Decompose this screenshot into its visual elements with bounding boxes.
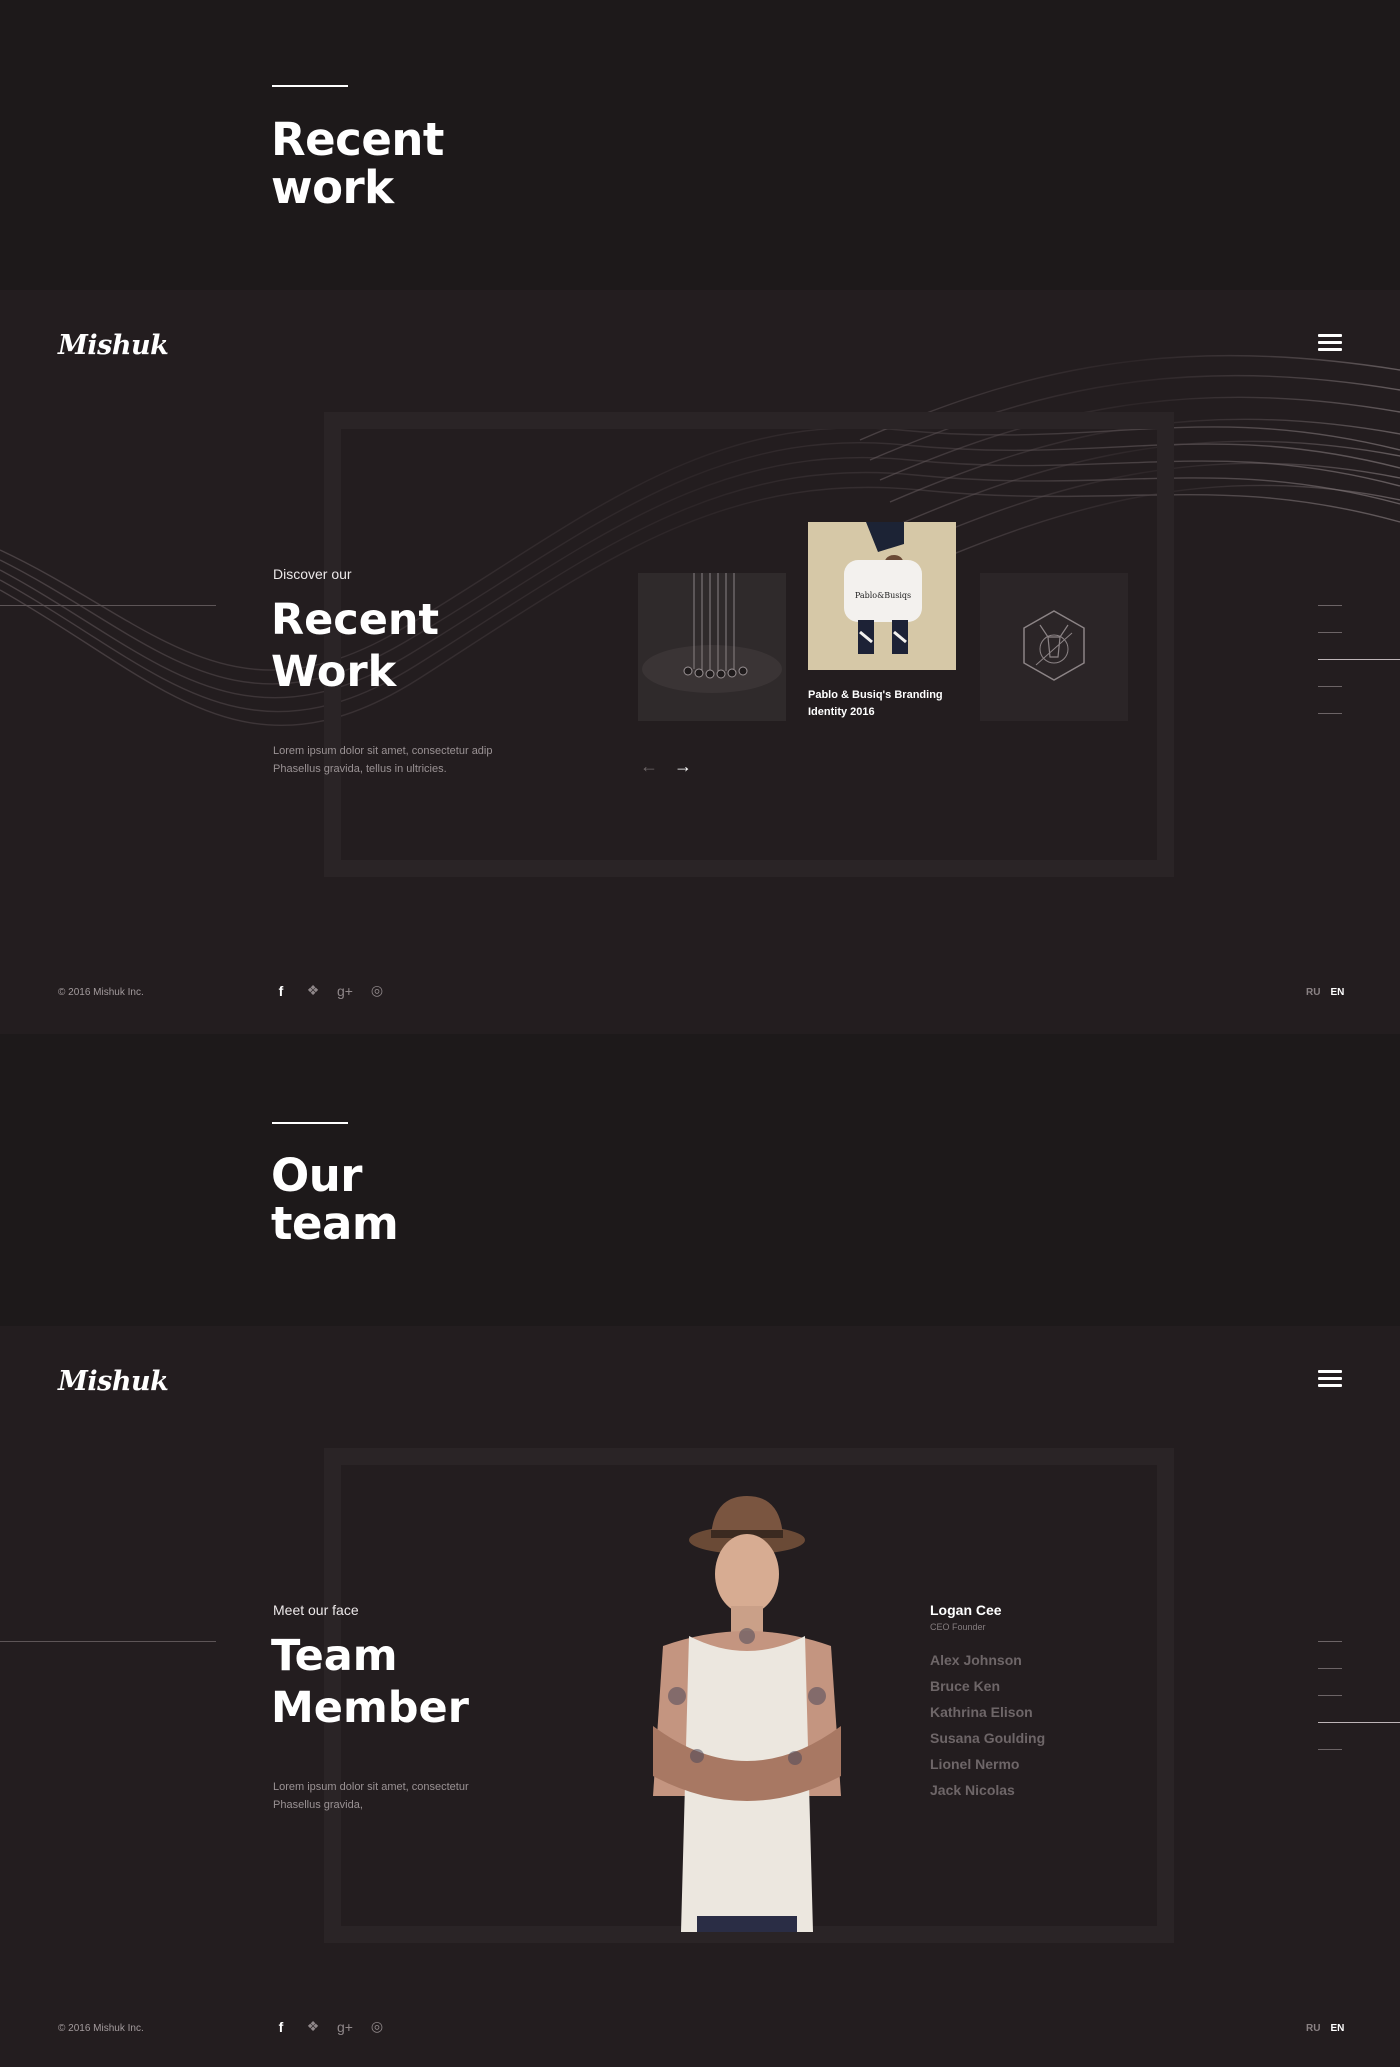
nav-dot[interactable] <box>1318 1749 1342 1750</box>
team-member-list: Alex Johnson Bruce Ken Kathrina Elison S… <box>930 1647 1045 1803</box>
active-member-role: CEO Founder <box>930 1622 986 1632</box>
facebook-icon[interactable]: f <box>273 2019 289 2035</box>
google-plus-icon[interactable]: g+ <box>337 983 353 999</box>
section-title: Our team <box>271 1149 399 1250</box>
nav-dot[interactable] <box>1318 605 1342 606</box>
active-member-name: Logan Cee <box>930 1602 1002 1618</box>
guitar-image <box>638 573 786 721</box>
team-band: Our team <box>0 1034 1400 1326</box>
bag-brand-text: Pablo&Busiqs <box>855 591 911 600</box>
arrow-left-icon[interactable]: ← <box>640 756 658 777</box>
copyright: © 2016 Mishuk Inc. <box>58 987 144 998</box>
branding-bag-image: Pablo&Busiqs <box>808 522 956 670</box>
team-member-item[interactable]: Alex Johnson <box>930 1647 1045 1673</box>
section-title: Recent work <box>271 113 444 214</box>
section-heading: Team Member <box>271 1631 469 1733</box>
team-member-item[interactable]: Kathrina Elison <box>930 1699 1045 1725</box>
section-rule <box>272 1122 348 1124</box>
section-eyebrow: Discover our <box>273 566 352 582</box>
nav-dot[interactable] <box>1318 1641 1342 1642</box>
social-links: f ❖ g+ ◎ <box>273 982 385 999</box>
work-card-emblem[interactable] <box>980 573 1128 721</box>
team-member-photo <box>653 1496 841 1932</box>
team-member-item[interactable]: Susana Goulding <box>930 1725 1045 1751</box>
deer-emblem-icon <box>1023 610 1085 681</box>
dribbble-icon[interactable]: ◎ <box>369 982 385 999</box>
language-switcher: RU EN <box>1306 2023 1344 2034</box>
brand-logo[interactable]: Mishuk <box>58 330 169 361</box>
copyright: © 2016 Mishuk Inc. <box>58 2023 144 2034</box>
section-rule <box>272 85 348 87</box>
hamburger-menu-icon[interactable] <box>1318 1370 1342 1390</box>
arrow-right-icon[interactable]: → <box>674 756 692 777</box>
google-plus-icon[interactable]: g+ <box>337 2019 353 2035</box>
nav-dot[interactable] <box>1318 686 1342 687</box>
dribbble-icon[interactable]: ◎ <box>369 2018 385 2035</box>
hamburger-menu-icon[interactable] <box>1318 334 1342 354</box>
team-screen: Mishuk Meet our face Team Member Lorem i… <box>0 1326 1400 2067</box>
brand-logo[interactable]: Mishuk <box>58 1366 169 1397</box>
work-card-guitar[interactable] <box>638 573 786 721</box>
language-ru[interactable]: RU <box>1306 2023 1320 2034</box>
left-accent-line <box>0 605 216 606</box>
team-member-item[interactable]: Bruce Ken <box>930 1673 1045 1699</box>
section-description: Lorem ipsum dolor sit amet, consectetur … <box>273 745 493 775</box>
nav-dot-active[interactable] <box>1318 659 1400 660</box>
section-description: Lorem ipsum dolor sit amet, consectetur … <box>273 1781 469 1811</box>
left-accent-line <box>0 1641 216 1642</box>
nav-dot[interactable] <box>1318 1668 1342 1669</box>
nav-dot-active[interactable] <box>1318 1722 1400 1723</box>
recent-work-screen: Mishuk Discover our Recent Work Lorem ip… <box>0 290 1400 1034</box>
nav-dot[interactable] <box>1318 713 1342 714</box>
social-links: f ❖ g+ ◎ <box>273 2018 385 2035</box>
section-eyebrow: Meet our face <box>273 1602 359 1618</box>
team-member-item[interactable]: Jack Nicolas <box>930 1777 1045 1803</box>
facebook-icon[interactable]: f <box>273 983 289 999</box>
language-en[interactable]: EN <box>1330 2023 1344 2034</box>
twitter-icon[interactable]: ❖ <box>305 982 321 999</box>
twitter-icon[interactable]: ❖ <box>305 2018 321 2035</box>
section-heading: Recent Work <box>271 595 440 697</box>
team-member-item[interactable]: Lionel Nermo <box>930 1751 1045 1777</box>
language-ru[interactable]: RU <box>1306 987 1320 998</box>
work-card-branding[interactable]: Pablo&Busiqs <box>808 522 956 670</box>
language-en[interactable]: EN <box>1330 987 1344 998</box>
language-switcher: RU EN <box>1306 987 1344 998</box>
featured-work-caption[interactable]: Pablo & Busiq's Branding Identity 2016 <box>808 687 968 721</box>
nav-dot[interactable] <box>1318 1695 1342 1696</box>
recent-work-band: Recent work <box>0 0 1400 290</box>
nav-dot[interactable] <box>1318 632 1342 633</box>
